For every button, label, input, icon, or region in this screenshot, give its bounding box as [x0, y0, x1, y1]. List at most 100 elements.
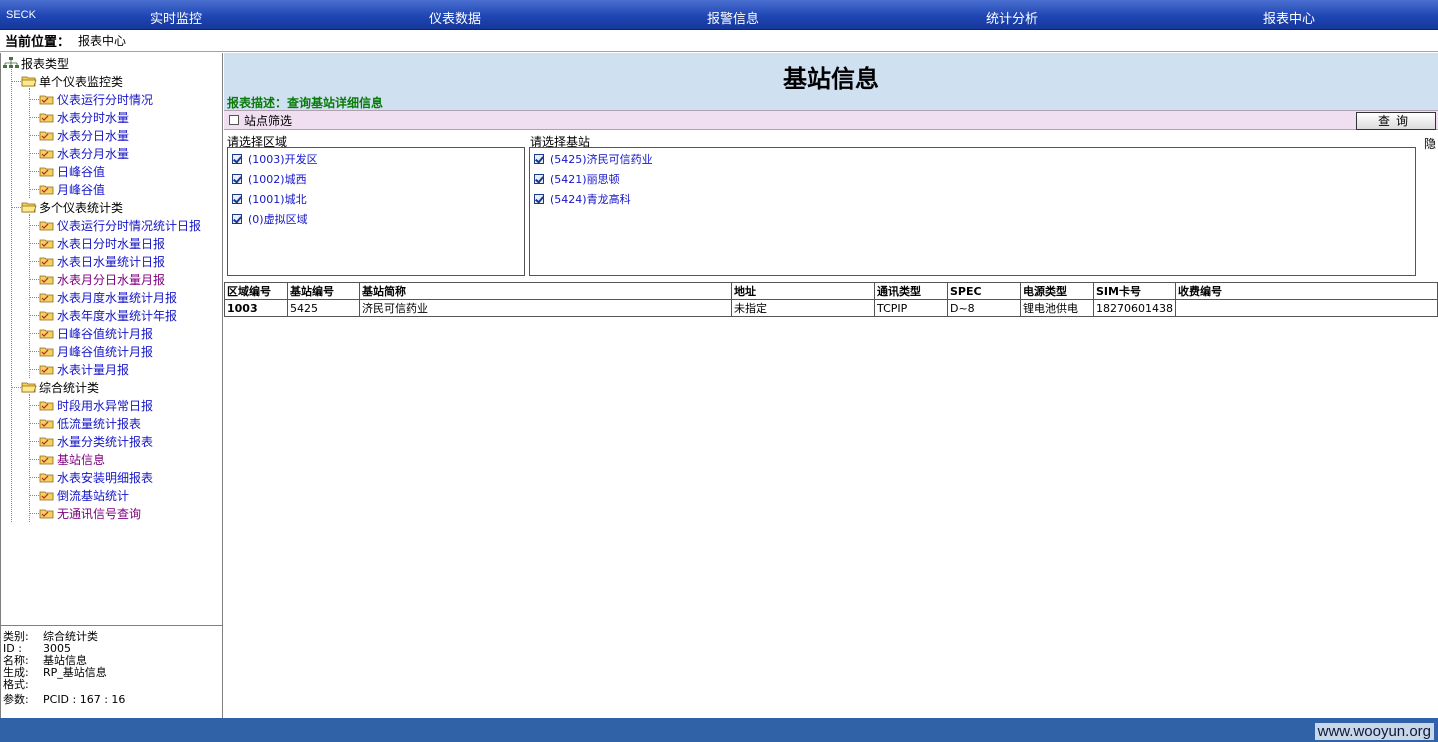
report-icon: [39, 489, 55, 501]
tree-group-label: 单个仪表监控类: [39, 74, 124, 89]
tree-report-item[interactable]: 日峰谷值: [39, 162, 105, 180]
tree-report-link[interactable]: 水表分日水量: [57, 127, 129, 144]
nav-alarm-info[interactable]: 报警信息: [707, 8, 759, 27]
tree-report-item[interactable]: 水表日分时水量日报: [39, 234, 165, 252]
tree-report-link[interactable]: 水表计量月报: [57, 361, 129, 378]
info-param-value: PCID : 167 : 16: [43, 693, 126, 706]
tree-report-item[interactable]: 水表月度水量统计月报: [39, 288, 177, 306]
checkbox-checked-icon[interactable]: [534, 194, 544, 204]
tree-report-item[interactable]: 水表分月水量: [39, 144, 129, 162]
tree-report-link[interactable]: 无通讯信号查询: [57, 505, 141, 522]
table-cell: 未指定: [731, 299, 875, 317]
column-header: 地址: [731, 282, 875, 300]
tree-root-icon: [3, 57, 19, 69]
region-checkbox[interactable]: (1001)城北: [232, 190, 307, 208]
tree-report-item[interactable]: 水量分类统计报表: [39, 432, 153, 450]
report-icon: [39, 435, 55, 447]
tree-report-link[interactable]: 水表分时水量: [57, 109, 129, 126]
tree-report-item[interactable]: 水表计量月报: [39, 360, 129, 378]
nav-report-center[interactable]: 报表中心: [1263, 8, 1315, 27]
region-list: (1003)开发区 (1002)城西 (1001)城北 (0)虚拟区域: [227, 147, 525, 276]
tree-report-item[interactable]: 倒流基站统计: [39, 486, 129, 504]
report-icon: [39, 471, 55, 483]
report-icon: [39, 165, 55, 177]
tree-report-item[interactable]: 月峰谷值: [39, 180, 105, 198]
checkbox-checked-icon[interactable]: [232, 194, 242, 204]
tree-report-link[interactable]: 水表月度水量统计月报: [57, 289, 177, 306]
station-checkbox[interactable]: (5424)青龙高科: [534, 190, 631, 208]
tree-report-item[interactable]: 无通讯信号查询: [39, 504, 141, 522]
report-icon: [39, 453, 55, 465]
column-header: 收费编号: [1174, 282, 1438, 300]
folder-open-icon: [21, 201, 37, 213]
station-checkbox[interactable]: (5425)济民可信药业: [534, 150, 653, 168]
table-cell: 锂电池供电: [1020, 299, 1094, 317]
tree-report-link[interactable]: 月峰谷值统计月报: [57, 343, 153, 360]
tree-group[interactable]: 多个仪表统计类: [21, 198, 123, 216]
table-cell: 5425: [287, 299, 360, 317]
tree-report-link[interactable]: 水表日分时水量日报: [57, 235, 165, 252]
tree-report-item[interactable]: 水表年度水量统计年报: [39, 306, 177, 324]
tree-report-item[interactable]: 水表分时水量: [39, 108, 129, 126]
tree-report-link[interactable]: 水表安装明细报表: [57, 469, 153, 486]
query-button[interactable]: 查询: [1356, 112, 1436, 130]
report-icon: [39, 129, 55, 141]
checkbox-checked-icon[interactable]: [232, 174, 242, 184]
tree-report-item[interactable]: 水表月分日水量月报: [39, 270, 165, 288]
tree-report-item[interactable]: 水表安装明细报表: [39, 468, 153, 486]
station-checkbox-label: (5421)丽思顿: [550, 173, 620, 186]
checkbox-checked-icon[interactable]: [534, 154, 544, 164]
nav-meter-data[interactable]: 仪表数据: [429, 8, 481, 27]
tree-report-item[interactable]: 仪表运行分时情况统计日报: [39, 216, 201, 234]
tree-report-item[interactable]: 日峰谷值统计月报: [39, 324, 153, 342]
tree-report-link[interactable]: 水表分月水量: [57, 145, 129, 162]
tree-report-link[interactable]: 水量分类统计报表: [57, 433, 153, 450]
left-pane: 报表类型 单个仪表监控类 仪表运行分时情况 水表分时水量 水表分日水量 水表分月水量 日峰谷…: [0, 53, 223, 718]
tree-report-link[interactable]: 水表月分日水量月报: [57, 271, 165, 288]
checkbox-checked-icon[interactable]: [232, 154, 242, 164]
tree-report-link[interactable]: 水表日水量统计日报: [57, 253, 165, 270]
region-checkbox-label: (1002)城西: [248, 173, 307, 186]
tree-report-link[interactable]: 基站信息: [57, 451, 105, 468]
report-icon: [39, 273, 55, 285]
tree-report-link[interactable]: 日峰谷值统计月报: [57, 325, 153, 342]
tree-report-item[interactable]: 时段用水异常日报: [39, 396, 153, 414]
site-filter-checkbox[interactable]: [229, 115, 239, 125]
tree-group[interactable]: 综合统计类: [21, 378, 99, 396]
region-checkbox[interactable]: (1002)城西: [232, 170, 307, 188]
checkbox-checked-icon[interactable]: [534, 174, 544, 184]
checkbox-checked-icon[interactable]: [232, 214, 242, 224]
tree-report-link[interactable]: 仪表运行分时情况统计日报: [57, 217, 201, 234]
watermark: www.wooyun.org: [1314, 723, 1434, 740]
tree-report-link[interactable]: 倒流基站统计: [57, 487, 129, 504]
tree-report-link[interactable]: 低流量统计报表: [57, 415, 141, 432]
report-icon: [39, 183, 55, 195]
tree-report-item[interactable]: 月峰谷值统计月报: [39, 342, 153, 360]
nav-realtime-monitor[interactable]: 实时监控: [150, 8, 202, 27]
station-checkbox[interactable]: (5421)丽思顿: [534, 170, 620, 188]
tree-report-link[interactable]: 日峰谷值: [57, 163, 105, 180]
nav-statistics[interactable]: 统计分析: [986, 8, 1038, 27]
tree-report-item[interactable]: 仪表运行分时情况: [39, 90, 153, 108]
tree-report-item[interactable]: 基站信息: [39, 450, 105, 468]
report-icon: [39, 111, 55, 123]
table-cell: 18270601438: [1093, 299, 1176, 317]
tree-report-link[interactable]: 月峰谷值: [57, 181, 105, 198]
report-tree: 报表类型 单个仪表监控类 仪表运行分时情况 水表分时水量 水表分日水量 水表分月水量 日峰谷…: [1, 53, 222, 626]
report-icon: [39, 345, 55, 357]
region-checkbox[interactable]: (1003)开发区: [232, 150, 318, 168]
table-cell: D~8: [947, 299, 1021, 317]
tree-report-link[interactable]: 仪表运行分时情况: [57, 91, 153, 108]
tree-report-link[interactable]: 时段用水异常日报: [57, 397, 153, 414]
info-param-key: 参数:: [3, 693, 29, 706]
hide-toggle[interactable]: 隐: [1424, 135, 1436, 152]
column-header: 基站编号: [287, 282, 360, 300]
tree-report-link[interactable]: 水表年度水量统计年报: [57, 307, 177, 324]
tree-report-item[interactable]: 水表分日水量: [39, 126, 129, 144]
tree-root[interactable]: 报表类型: [3, 54, 69, 72]
tree-report-item[interactable]: 水表日水量统计日报: [39, 252, 165, 270]
region-checkbox[interactable]: (0)虚拟区域: [232, 210, 308, 228]
tree-report-item[interactable]: 低流量统计报表: [39, 414, 141, 432]
tree-group[interactable]: 单个仪表监控类: [21, 72, 123, 90]
region-checkbox-label: (0)虚拟区域: [248, 213, 308, 226]
